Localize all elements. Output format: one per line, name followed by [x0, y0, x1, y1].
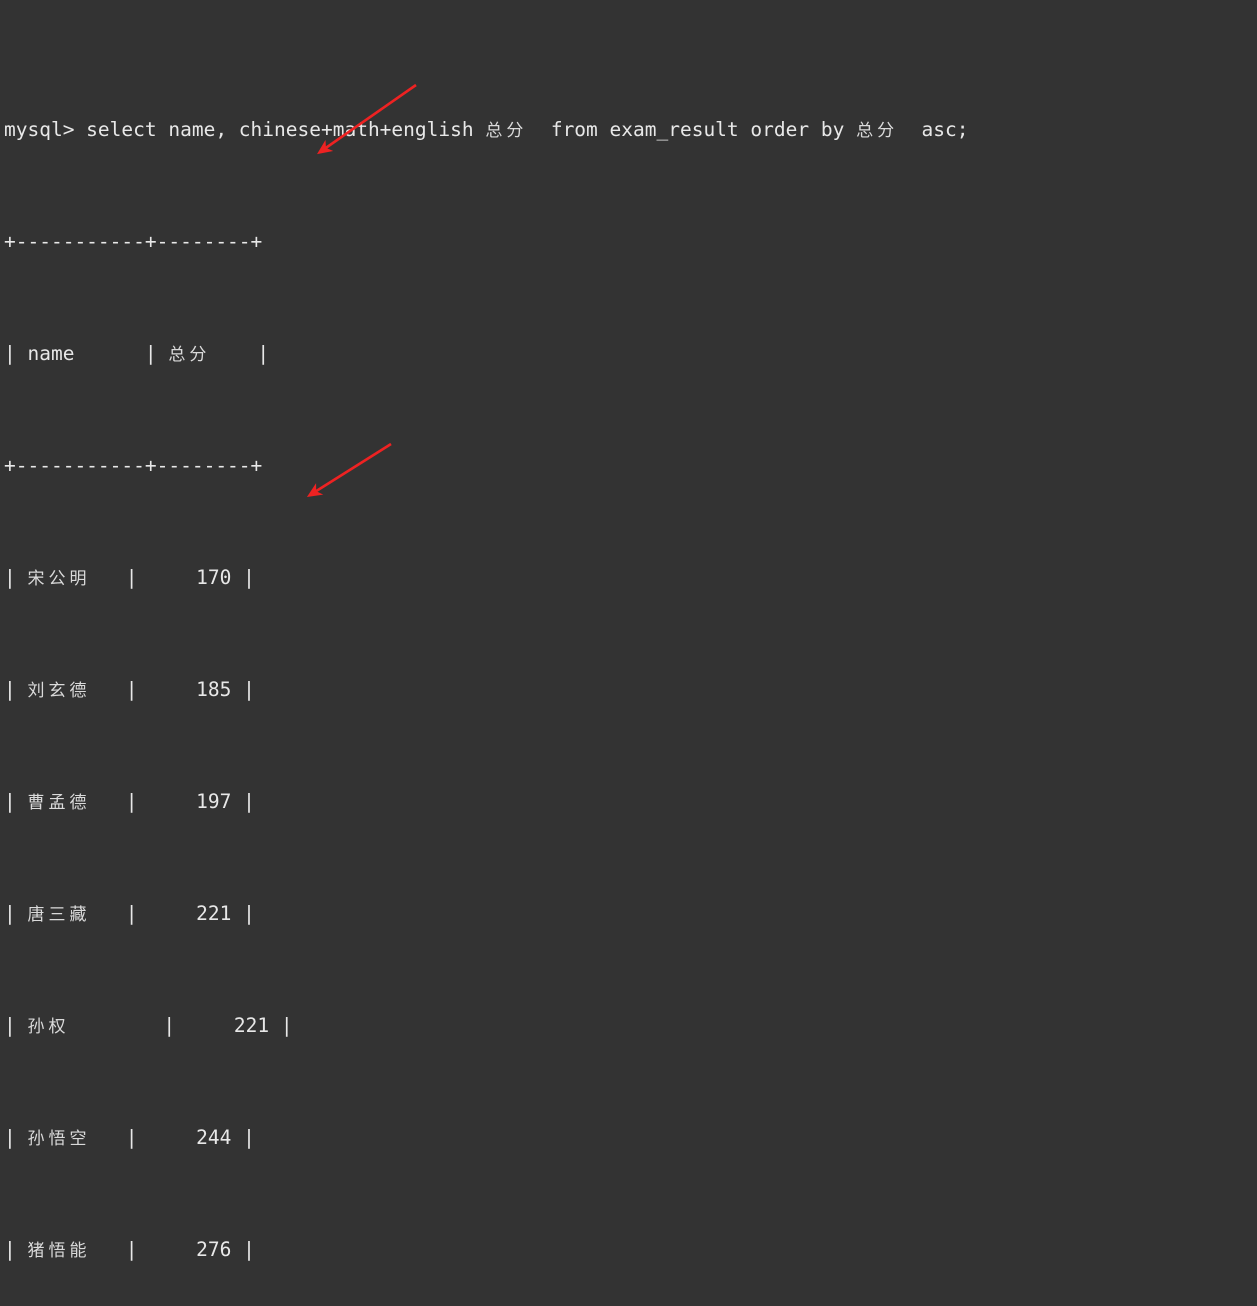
header-right-border: |	[210, 342, 270, 365]
cell-name: 曹孟德	[27, 793, 91, 813]
row-right-border: |	[231, 902, 255, 925]
row-right-border: |	[231, 1238, 255, 1261]
row-right-border: |	[231, 790, 255, 813]
table-header-row-1: | name | 总分 |	[4, 340, 1257, 368]
row-left-border: |	[4, 790, 28, 813]
cell-total: 244	[196, 1126, 232, 1149]
table-row: | 孙悟空 | 244 |	[4, 1124, 1257, 1152]
header-left-border: |	[4, 342, 28, 365]
row-mid-border: |	[90, 790, 197, 813]
table-row: | 曹孟德 | 197 |	[4, 788, 1257, 816]
table-row: | 宋公明 | 170 |	[4, 564, 1257, 592]
command-suffix: asc;	[898, 118, 969, 141]
cell-name: 孙权	[27, 1017, 70, 1037]
cell-name: 宋公明	[27, 569, 91, 589]
table-separator-mid-1: +-----------+--------+	[4, 454, 263, 477]
cell-total: 170	[196, 566, 232, 589]
row-right-border: |	[231, 566, 255, 589]
cell-total: 185	[196, 678, 232, 701]
table-row: | 猪悟能 | 276 |	[4, 1236, 1257, 1264]
table-row: | 刘玄德 | 185 |	[4, 676, 1257, 704]
row-left-border: |	[4, 1126, 28, 1149]
command-alias-cjk: 总分	[485, 121, 528, 141]
row-left-border: |	[4, 566, 28, 589]
table-separator-top-1: +-----------+--------+	[4, 230, 263, 253]
cell-total: 221	[233, 1014, 270, 1037]
row-left-border: |	[4, 902, 28, 925]
row-right-border: |	[231, 1126, 255, 1149]
command-orderby-cjk: 总分	[856, 121, 899, 141]
row-mid-border: |	[90, 566, 197, 589]
command-prefix: mysql> select name, chinese+math+english	[4, 118, 486, 141]
row-left-border: |	[4, 1238, 28, 1261]
cell-name: 刘玄德	[27, 681, 91, 701]
terminal-window: mysql> select name, chinese+math+english…	[0, 0, 1257, 1261]
row-left-border: |	[4, 678, 28, 701]
row-mid-border: |	[90, 1126, 197, 1149]
cell-total: 276	[196, 1238, 232, 1261]
cell-name: 猪悟能	[27, 1241, 91, 1261]
cell-name: 孙悟空	[27, 1129, 91, 1149]
row-right-border: |	[231, 678, 255, 701]
row-mid-border: |	[90, 902, 197, 925]
annotation-arrow-layer	[306, 83, 417, 497]
command-middle: from exam_result order by	[527, 118, 857, 141]
row-mid-border: |	[69, 1014, 234, 1037]
header-cell-total: 总分	[168, 345, 211, 365]
cell-total: 221	[196, 902, 232, 925]
header-mid-border: |	[74, 342, 169, 365]
cell-name: 唐三藏	[27, 905, 91, 925]
cell-total: 197	[196, 790, 232, 813]
row-right-border: |	[269, 1014, 293, 1037]
row-mid-border: |	[90, 678, 197, 701]
row-mid-border: |	[90, 1238, 197, 1261]
table-row: | 唐三藏 | 221 |	[4, 900, 1257, 928]
header-cell-name: name	[27, 342, 75, 365]
command-line-1: mysql> select name, chinese+math+english…	[4, 116, 1257, 144]
row-left-border: |	[4, 1014, 28, 1037]
table-row: | 孙权 | 221 |	[4, 1012, 1257, 1040]
